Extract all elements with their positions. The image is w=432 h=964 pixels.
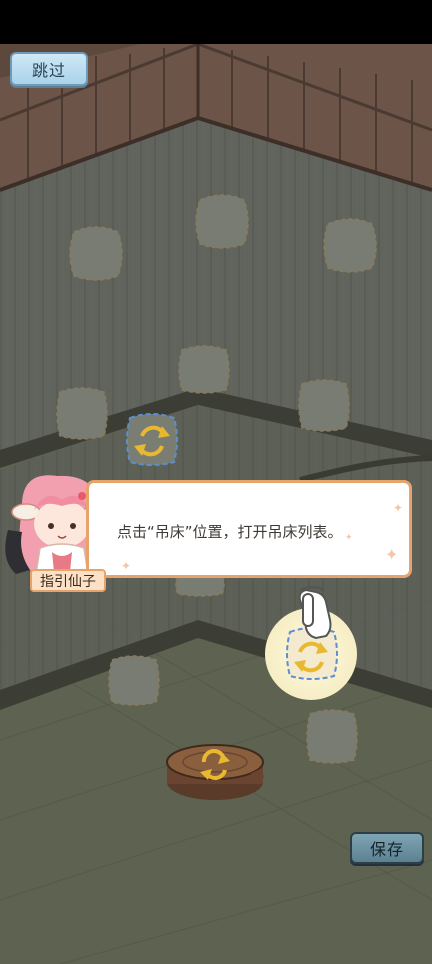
speaker-nameplate: 指引仙子: [30, 569, 106, 592]
sparkle-icon: ✦: [385, 545, 399, 564]
status-bar: [0, 0, 432, 44]
sparkle-icon: ✦: [393, 501, 404, 515]
game-screen: 跳过 点击“吊床”位置，打开吊床列表。 ✦ ✦ ✦ ✦ 指引仙子 保存: [0, 0, 432, 964]
sparkle-icon: ✦: [345, 533, 353, 543]
swap-slot-left[interactable]: [126, 413, 178, 466]
save-button[interactable]: 保存: [350, 832, 424, 864]
guide-dialog: 点击“吊床”位置，打开吊床列表。 ✦ ✦ ✦ ✦: [86, 480, 412, 578]
stump-table[interactable]: [166, 744, 264, 800]
skip-button[interactable]: 跳过: [10, 52, 88, 86]
guide-message: 点击“吊床”位置，打开吊床列表。: [117, 523, 343, 541]
sparkle-icon: ✦: [121, 559, 132, 573]
